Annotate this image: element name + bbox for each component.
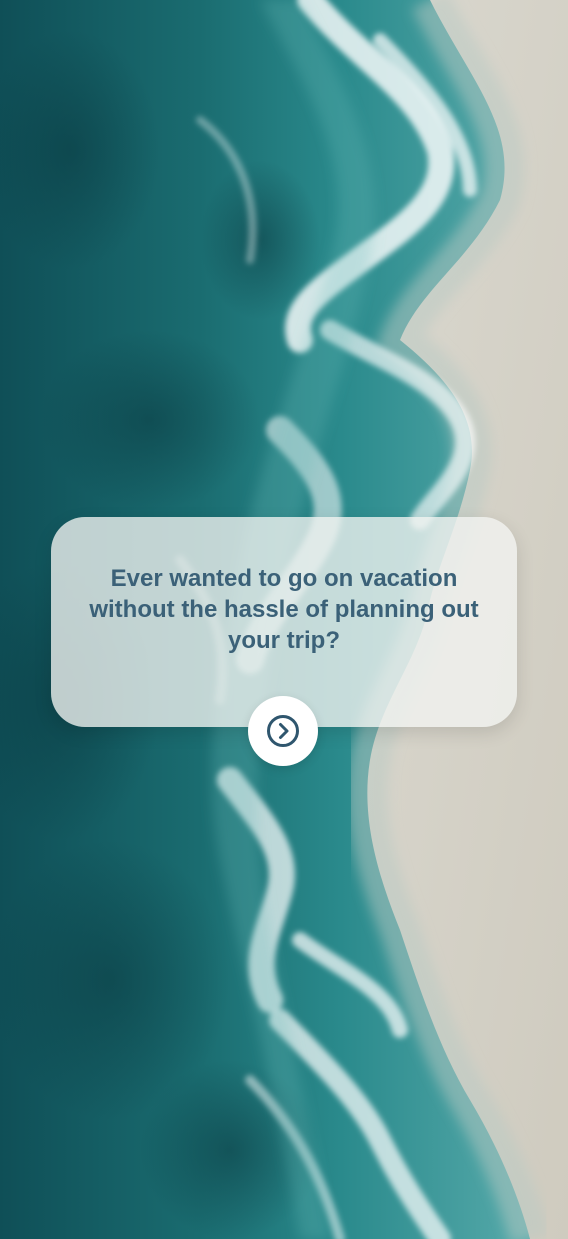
chevron-right-circle-icon (267, 715, 299, 747)
onboarding-message: Ever wanted to go on vacation without th… (89, 565, 479, 654)
next-button[interactable] (248, 696, 318, 766)
onboarding-screen: Ever wanted to go on vacation without th… (0, 0, 568, 1239)
